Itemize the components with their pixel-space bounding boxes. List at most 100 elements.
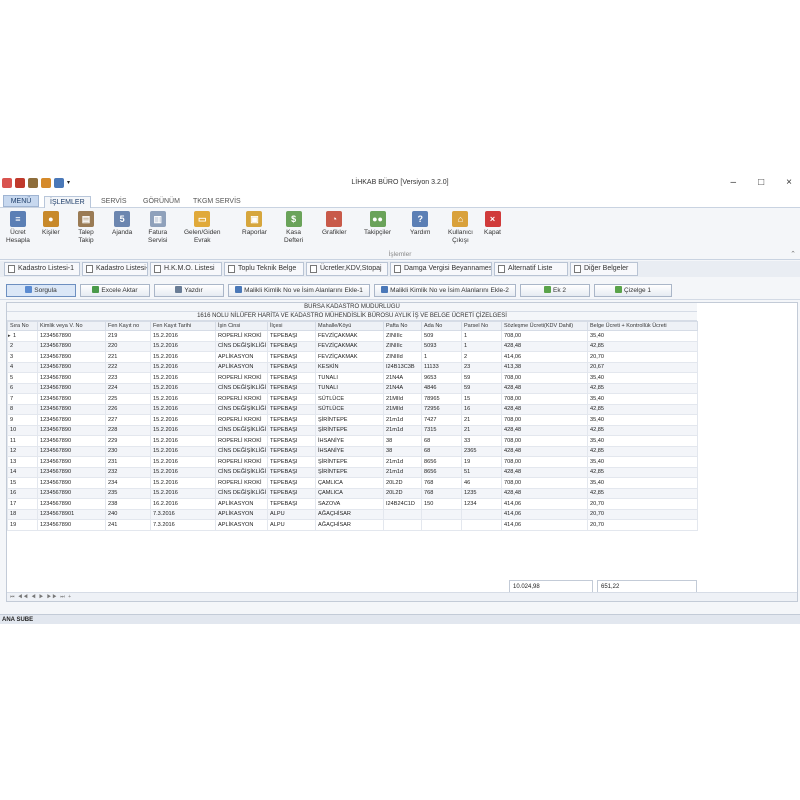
table-cell[interactable]: CİNS DEĞİŞİKLİĞİ xyxy=(215,382,268,394)
table-cell[interactable]: ŞİRİNTEPE xyxy=(315,466,384,478)
table-cell[interactable] xyxy=(383,519,422,531)
table-cell[interactable]: 1234567890 xyxy=(37,477,106,489)
table-cell[interactable]: 428,48 xyxy=(501,445,588,457)
table-cell[interactable]: 1 xyxy=(461,330,502,342)
table-cell[interactable]: 5 xyxy=(7,372,38,384)
table-cell[interactable]: 15.2.2016 xyxy=(150,466,216,478)
table-cell[interactable]: 708,00 xyxy=(501,414,588,426)
table-cell[interactable]: 15.2.2016 xyxy=(150,424,216,436)
table-cell[interactable]: TEPEBAŞI xyxy=(267,487,316,499)
doc-tab-0[interactable]: Kadastro Listesi-1 xyxy=(4,262,80,276)
table-cell[interactable]: 16 xyxy=(7,487,38,499)
table-row[interactable]: 10 1234567890 228 15.2.2016 CİNS DEĞİŞİKLİĞİ… xyxy=(7,424,698,436)
ribbon-button-0[interactable]: ≡ Ücret Hesapla xyxy=(6,211,30,245)
column-header[interactable]: Pafta No xyxy=(383,321,422,331)
table-cell[interactable]: 428,48 xyxy=(501,340,588,352)
checkbox-icon[interactable] xyxy=(154,265,161,273)
table-cell[interactable]: 708,00 xyxy=(501,330,588,342)
table-cell[interactable]: ZINIIId xyxy=(383,351,422,363)
table-cell[interactable]: FEVZİÇAKMAK xyxy=(315,340,384,352)
table-row[interactable]: 19 1234567890 241 7.3.2016 APLİKASYON ALPU AĞA… xyxy=(7,519,698,531)
table-cell[interactable]: 35,40 xyxy=(587,456,698,468)
table-cell[interactable]: KESKİN xyxy=(315,361,384,373)
table-cell[interactable]: 12 xyxy=(7,445,38,457)
column-header[interactable]: Parsel No xyxy=(461,321,502,331)
table-cell[interactable]: 11 xyxy=(7,435,38,447)
table-cell[interactable]: I24B13C3B xyxy=(383,361,422,373)
print-button[interactable]: Yazdır xyxy=(154,284,224,297)
table-cell[interactable]: 20L2D xyxy=(383,487,422,499)
table-row[interactable]: 18 12345678901 240 7.3.2016 APLİKASYON ALPU AĞ… xyxy=(7,508,698,520)
table-cell[interactable]: 230 xyxy=(105,445,151,457)
table-cell[interactable]: 414,06 xyxy=(501,508,588,520)
table-cell[interactable]: 35,40 xyxy=(587,414,698,426)
table-cell[interactable]: 428,48 xyxy=(501,487,588,499)
table-cell[interactable]: CİNS DEĞİŞİKLİĞİ xyxy=(215,403,268,415)
column-header[interactable]: Fen Kayıt no xyxy=(105,321,151,331)
ribbon-button-10[interactable]: ? Yardım xyxy=(410,211,430,237)
sorgula-button[interactable]: Sorgula xyxy=(6,284,76,297)
table-cell[interactable]: 21 xyxy=(461,424,502,436)
tab-servis[interactable]: SERVİS xyxy=(96,196,132,208)
table-cell[interactable]: 78965 xyxy=(421,393,462,405)
table-cell[interactable]: 219 xyxy=(105,330,151,342)
table-cell[interactable]: 42,85 xyxy=(587,382,698,394)
excel-export-button[interactable]: Excele Aktar xyxy=(80,284,150,297)
table-cell[interactable]: 2 xyxy=(461,351,502,363)
table-cell[interactable]: 150 xyxy=(421,498,462,510)
table-cell[interactable]: 20,70 xyxy=(587,519,698,531)
close-window-button[interactable]: × xyxy=(786,177,792,188)
table-cell[interactable]: 222 xyxy=(105,361,151,373)
table-cell[interactable]: 1234567890 xyxy=(37,424,106,436)
table-cell[interactable]: 1 xyxy=(421,351,462,363)
table-cell[interactable]: 8656 xyxy=(421,466,462,478)
ribbon-button-9[interactable]: ●● Takipçiler xyxy=(364,211,391,237)
table-row[interactable]: 4 1234567890 222 15.2.2016 APLİKASYON TEPEBAŞ… xyxy=(7,361,698,373)
table-cell[interactable]: 1234567890 xyxy=(37,330,106,342)
table-cell[interactable]: TEPEBAŞI xyxy=(267,498,316,510)
column-header[interactable]: İşin Cinsi xyxy=(215,321,268,331)
table-cell[interactable]: 15.2.2016 xyxy=(150,351,216,363)
table-cell[interactable]: 15.2.2016 xyxy=(150,477,216,489)
table-cell[interactable]: 38 xyxy=(383,445,422,457)
table-cell[interactable]: 4 xyxy=(7,361,38,373)
table-cell[interactable]: ROPERLİ KROKİ xyxy=(215,372,268,384)
table-cell[interactable]: TUNALI xyxy=(315,372,384,384)
table-cell[interactable]: APLİKASYON xyxy=(215,351,268,363)
table-cell[interactable]: 21N4A xyxy=(383,372,422,384)
table-cell[interactable]: ŞİRİNTEPE xyxy=(315,424,384,436)
table-cell[interactable]: TEPEBAŞI xyxy=(267,382,316,394)
table-cell[interactable]: 227 xyxy=(105,414,151,426)
table-cell[interactable]: FEVZİÇAKMAK xyxy=(315,351,384,363)
table-cell[interactable]: TEPEBAŞI xyxy=(267,340,316,352)
table-cell[interactable]: 9 xyxy=(7,414,38,426)
table-cell[interactable]: 15.2.2016 xyxy=(150,445,216,457)
table-cell[interactable]: 414,06 xyxy=(501,519,588,531)
table-cell[interactable]: İHSANİYE xyxy=(315,445,384,457)
doc-tab-2[interactable]: H.K.M.O. Listesi xyxy=(150,262,222,276)
table-row[interactable]: ▸ 1 1234567890 219 15.2.2016 ROPERLİ KROKİ TEP… xyxy=(7,330,698,342)
table-cell[interactable]: 1234567890 xyxy=(37,487,106,499)
table-row[interactable]: 6 1234567890 224 15.2.2016 CİNS DEĞİŞİKLİĞİ T… xyxy=(7,382,698,394)
table-cell[interactable]: 708,00 xyxy=(501,372,588,384)
table-cell[interactable]: ROPERLİ KROKİ xyxy=(215,414,268,426)
table-cell[interactable]: ROPERLİ KROKİ xyxy=(215,435,268,447)
table-cell[interactable]: ZINIIIc xyxy=(383,330,422,342)
table-cell[interactable]: 72956 xyxy=(421,403,462,415)
column-header[interactable]: Fen Kayıt Tarihi xyxy=(150,321,216,331)
table-cell[interactable]: 42,85 xyxy=(587,487,698,499)
table-cell[interactable]: 15.2.2016 xyxy=(150,456,216,468)
table-cell[interactable]: İHSANİYE xyxy=(315,435,384,447)
table-cell[interactable]: 2 xyxy=(7,340,38,352)
table-cell[interactable] xyxy=(421,519,462,531)
table-cell[interactable]: 21 xyxy=(461,414,502,426)
table-row[interactable]: 8 1234567890 226 15.2.2016 CİNS DEĞİŞİKLİĞİ T… xyxy=(7,403,698,415)
table-cell[interactable]: 708,00 xyxy=(501,393,588,405)
ribbon-button-4[interactable]: ▥ Fatura Servisi xyxy=(148,211,168,245)
table-cell[interactable]: TUNALI xyxy=(315,382,384,394)
table-cell[interactable]: 19 xyxy=(7,519,38,531)
table-cell[interactable]: TEPEBAŞI xyxy=(267,424,316,436)
table-cell[interactable]: 5093 xyxy=(421,340,462,352)
table-cell[interactable]: 38 xyxy=(383,435,422,447)
table-cell[interactable]: APLİKASYON xyxy=(215,508,268,520)
